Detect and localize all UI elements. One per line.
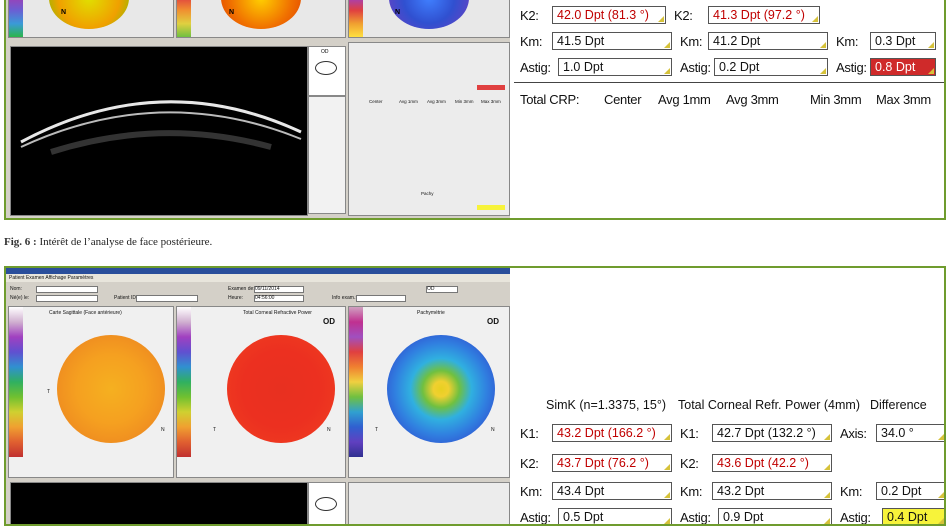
color-scale xyxy=(177,307,191,457)
scan-list[interactable] xyxy=(308,96,346,214)
map-label-n: N xyxy=(229,9,235,16)
k2-row: K2: 43.7 Dpt (76.2 °) K2: 43.6 Dpt (42.2… xyxy=(520,454,938,474)
sagittal-map-panel: Carte Sagittale (Face antérieure) T N xyxy=(8,306,174,478)
pentacam-screenshot-bottom: Patient Examen Affichage Paramètres Nom:… xyxy=(6,268,510,524)
eye-icon xyxy=(315,497,337,511)
eye-orientation-panel xyxy=(308,482,346,524)
pachymetry-map-disc xyxy=(387,335,495,443)
figure-top: N N N OD Center Avg 1mm Avg 3mm Min 3mm … xyxy=(4,0,946,220)
alert-cell xyxy=(477,85,505,90)
pachy-label-row: Pachy xyxy=(421,191,434,196)
astig-row: Astig: 1.0 Dpt Astig: 0.2 Dpt Astig: 0.8… xyxy=(520,58,938,78)
caption-text: Intérêt de l’analyse de face postérieure… xyxy=(39,236,213,248)
color-scale xyxy=(349,307,363,457)
eye-orientation-panel: OD xyxy=(308,46,346,96)
values-table-top: Center Avg 1mm Avg 3mm Min 3mm Max 3mm P… xyxy=(348,42,510,216)
map-label-n: N xyxy=(61,9,67,16)
values-table-bottom xyxy=(348,482,510,524)
figure-bottom: Patient Examen Affichage Paramètres Nom:… xyxy=(4,266,946,526)
eye-label: OD xyxy=(321,49,329,55)
pachymetry-map-panel: Pachymétrie OD T N xyxy=(348,306,510,478)
color-scale xyxy=(349,0,363,37)
dob-field[interactable] xyxy=(36,295,98,302)
menu-bar: Patient Examen Affichage Paramètres xyxy=(6,274,510,282)
map-label-t: T xyxy=(375,427,379,433)
caption-label: Fig. 6 : xyxy=(4,236,37,248)
sagittal-map-panel: N xyxy=(8,0,174,38)
zoomed-values-bottom: SimK (n=1.3375, 15°) Total Corneal Refr.… xyxy=(514,268,944,524)
map-label-t: T xyxy=(47,389,51,395)
refractive-map-panel: Total Corneal Refractive Power OD T N xyxy=(176,306,346,478)
cornea-section-drawing xyxy=(20,100,302,155)
color-scale xyxy=(9,0,23,37)
map-label-n: N xyxy=(395,9,401,16)
pachymetry-map-panel: N xyxy=(348,0,510,38)
total-crp-row: Total CRP: Center Avg 1mm Avg 3mm Min 3m… xyxy=(520,92,931,107)
table-header-row: Center Avg 1mm Avg 3mm Min 3mm Max 3mm xyxy=(369,99,501,104)
color-scale xyxy=(177,0,191,37)
scheimpflug-image xyxy=(10,482,308,524)
map-label-n: N xyxy=(161,427,165,433)
km-row: Km: 43.4 Dpt Km: 43.2 Dpt Km: 0.2 Dpt xyxy=(520,482,944,502)
divider xyxy=(514,82,944,83)
km-row: Km: 41.5 Dpt Km: 41.2 Dpt Km: 0.3 Dpt xyxy=(520,32,938,52)
color-scale xyxy=(9,307,23,457)
pachymetry-map-disc xyxy=(389,0,469,29)
refractive-map-panel: N xyxy=(176,0,346,38)
k2-row: K2: 42.0 Dpt (81.3 °) K2: 41.3 Dpt (97.2… xyxy=(520,6,938,26)
refractive-map-disc xyxy=(227,335,335,443)
patient-form: Nom: Né(e) le: Patient ID: Examen de: 09… xyxy=(6,283,510,303)
patient-id-field[interactable] xyxy=(136,295,198,302)
map-label-n: N xyxy=(327,427,331,433)
name-field[interactable] xyxy=(36,286,98,293)
eye-icon xyxy=(315,61,337,75)
sagittal-map-disc xyxy=(57,335,165,443)
scheimpflug-image xyxy=(10,46,308,216)
astig-row: Astig: 0.5 Dpt Astig: 0.9 Dpt Astig: 0.4… xyxy=(520,508,944,524)
map-label-n: N xyxy=(491,427,495,433)
map-label-t: T xyxy=(213,427,217,433)
figure-caption: Fig. 6 : Intérêt de l’analyse de face po… xyxy=(4,236,212,248)
info-field[interactable] xyxy=(356,295,406,302)
k1-row: K1: 43.2 Dpt (166.2 °) K1: 42.7 Dpt (132… xyxy=(520,424,944,444)
warn-cell xyxy=(477,205,505,210)
zoomed-values-top: K2: 42.0 Dpt (81.3 °) K2: 41.3 Dpt (97.2… xyxy=(514,0,944,218)
pentacam-screenshot-top: N N N OD Center Avg 1mm Avg 3mm Min 3mm … xyxy=(6,0,510,218)
